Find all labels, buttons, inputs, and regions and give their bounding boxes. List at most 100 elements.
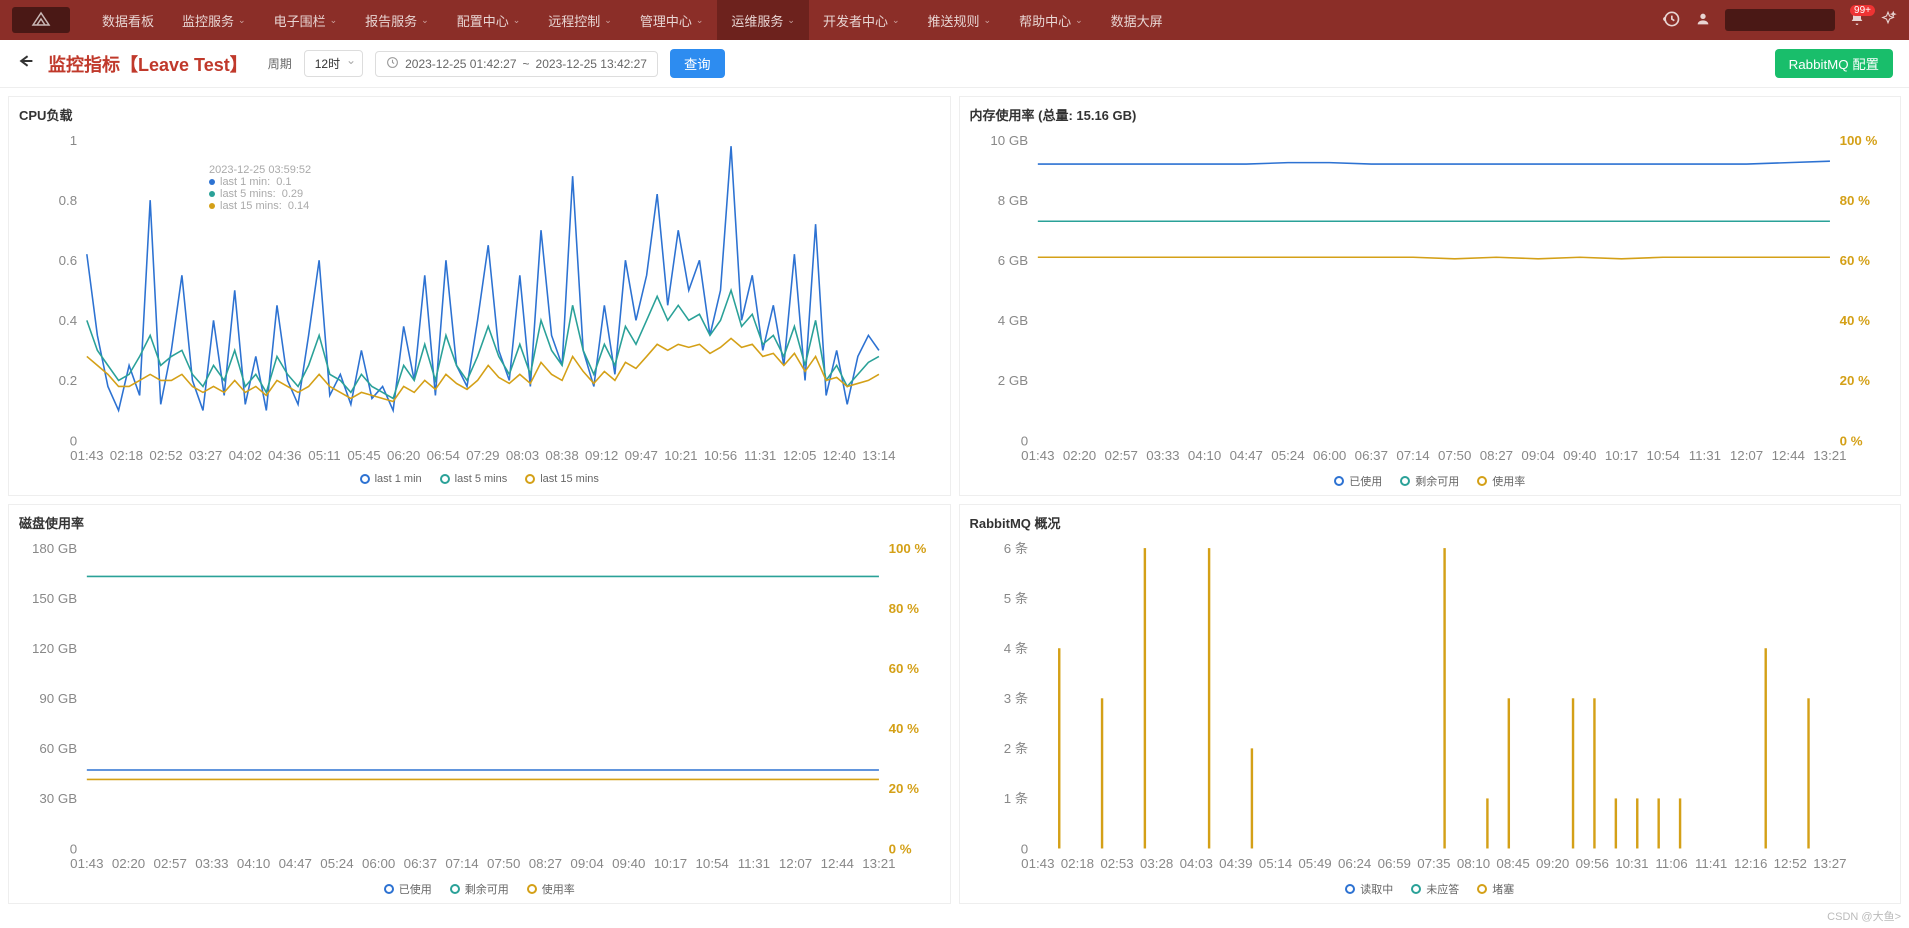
user-name[interactable]	[1725, 9, 1835, 31]
svg-text:120 GB: 120 GB	[32, 641, 77, 656]
svg-text:02:20: 02:20	[112, 856, 145, 871]
svg-text:06:24: 06:24	[1338, 856, 1372, 871]
legend-item[interactable]: 剩余可用	[1400, 473, 1459, 489]
legend-item[interactable]: last 5 mins	[440, 473, 508, 485]
nav-item-7[interactable]: 运维服务⌄	[717, 0, 809, 40]
svg-text:02:57: 02:57	[154, 856, 187, 871]
svg-text:6 条: 6 条	[1003, 540, 1027, 556]
nav-item-3[interactable]: 报告服务⌄	[351, 0, 443, 40]
svg-text:0 %: 0 %	[889, 841, 912, 856]
svg-text:06:00: 06:00	[362, 856, 395, 871]
svg-text:40 %: 40 %	[889, 721, 920, 736]
svg-text:09:04: 09:04	[1521, 448, 1555, 463]
svg-text:02:18: 02:18	[1060, 856, 1093, 871]
legend-item[interactable]: 剩余可用	[450, 881, 509, 897]
period-label: 周期	[268, 55, 292, 72]
svg-text:06:54: 06:54	[427, 448, 461, 463]
period-select[interactable]: 12时	[304, 50, 363, 77]
svg-text:10:21: 10:21	[664, 448, 697, 463]
svg-text:10:54: 10:54	[1646, 448, 1680, 463]
query-button[interactable]: 查询	[670, 49, 725, 78]
svg-text:60 %: 60 %	[889, 661, 920, 676]
sparkle-icon[interactable]	[1879, 10, 1897, 31]
chevron-down-icon: ⌄	[984, 15, 992, 26]
nav-item-0[interactable]: 数据看板	[88, 0, 168, 40]
svg-text:100 %: 100 %	[1839, 133, 1877, 148]
chevron-down-icon: ⌄	[787, 15, 795, 26]
legend-item[interactable]: 读取中	[1345, 881, 1393, 897]
svg-text:2 条: 2 条	[1003, 740, 1027, 756]
svg-text:1 条: 1 条	[1003, 790, 1027, 806]
rabbitmq-config-button[interactable]: RabbitMQ 配置	[1775, 49, 1893, 78]
svg-text:04:03: 04:03	[1179, 856, 1212, 871]
svg-text:04:02: 04:02	[229, 448, 262, 463]
legend-item[interactable]: 使用率	[527, 881, 575, 897]
nav-item-11[interactable]: 数据大屏	[1097, 0, 1177, 40]
svg-text:11:31: 11:31	[744, 448, 776, 463]
svg-text:90 GB: 90 GB	[39, 691, 77, 706]
svg-text:12:44: 12:44	[1771, 448, 1805, 463]
chart-legend: 读取中 未应答 堵塞	[970, 875, 1891, 899]
svg-text:0.4: 0.4	[59, 313, 78, 328]
svg-text:10:17: 10:17	[654, 856, 687, 871]
svg-text:09:40: 09:40	[1563, 448, 1596, 463]
svg-text:5 条: 5 条	[1003, 590, 1027, 606]
svg-text:08:45: 08:45	[1496, 856, 1529, 871]
svg-text:07:14: 07:14	[1396, 448, 1430, 463]
legend-item[interactable]: 已使用	[1334, 473, 1382, 489]
svg-text:07:29: 07:29	[466, 448, 499, 463]
svg-text:01:43: 01:43	[70, 448, 103, 463]
date-range-picker[interactable]: 2023-12-25 01:42:27 ~ 2023-12-25 13:42:2…	[375, 51, 658, 77]
nav-item-6[interactable]: 管理中心⌄	[626, 0, 718, 40]
history-icon[interactable]	[1661, 9, 1681, 32]
chevron-down-icon: ⌄	[421, 15, 429, 26]
chart-legend: last 1 min last 5 mins last 15 mins	[19, 467, 940, 487]
back-button[interactable]	[16, 53, 36, 74]
svg-text:02:20: 02:20	[1062, 448, 1095, 463]
chevron-down-icon: ⌄	[1075, 15, 1083, 26]
user-icon[interactable]	[1695, 11, 1711, 30]
svg-text:180 GB: 180 GB	[32, 541, 77, 556]
svg-text:02:53: 02:53	[1100, 856, 1133, 871]
bell-icon[interactable]: 99+	[1849, 11, 1865, 30]
svg-text:04:10: 04:10	[1187, 448, 1220, 463]
svg-text:08:27: 08:27	[529, 856, 562, 871]
nav-item-4[interactable]: 配置中心⌄	[443, 0, 535, 40]
svg-text:80 %: 80 %	[1839, 193, 1870, 208]
svg-text:06:59: 06:59	[1377, 856, 1410, 871]
svg-text:07:50: 07:50	[1438, 448, 1471, 463]
legend-item[interactable]: last 1 min	[360, 473, 422, 485]
nav-item-10[interactable]: 帮助中心⌄	[1005, 0, 1097, 40]
svg-text:09:12: 09:12	[585, 448, 618, 463]
chevron-down-icon: ⌄	[238, 15, 246, 26]
svg-text:03:33: 03:33	[195, 856, 228, 871]
legend-item[interactable]: last 15 mins	[525, 473, 599, 485]
clock-icon	[386, 56, 399, 72]
svg-text:0: 0	[70, 433, 77, 448]
svg-text:03:27: 03:27	[189, 448, 222, 463]
svg-text:13:14: 13:14	[862, 448, 896, 463]
nav-item-2[interactable]: 电子围栏⌄	[260, 0, 352, 40]
legend-item[interactable]: 未应答	[1411, 881, 1459, 897]
nav-item-5[interactable]: 远程控制⌄	[534, 0, 626, 40]
svg-text:12:52: 12:52	[1773, 856, 1806, 871]
legend-item[interactable]: 堵塞	[1477, 881, 1514, 897]
svg-text:11:31: 11:31	[738, 856, 770, 871]
legend-item[interactable]: 使用率	[1477, 473, 1525, 489]
page-title: 监控指标【Leave Test】	[48, 51, 248, 77]
svg-text:02:52: 02:52	[149, 448, 182, 463]
chevron-down-icon: ⌄	[513, 15, 521, 26]
svg-text:01:43: 01:43	[1021, 448, 1054, 463]
svg-text:07:50: 07:50	[487, 856, 520, 871]
nav-item-1[interactable]: 监控服务⌄	[168, 0, 260, 40]
chart-rabbit: RabbitMQ 概况01 条2 条3 条4 条5 条6 条01:4302:18…	[959, 504, 1902, 904]
nav-item-9[interactable]: 推送规则⌄	[914, 0, 1006, 40]
svg-text:05:49: 05:49	[1298, 856, 1331, 871]
svg-text:09:40: 09:40	[612, 856, 645, 871]
svg-text:07:14: 07:14	[445, 856, 479, 871]
legend-item[interactable]: 已使用	[384, 881, 432, 897]
nav-item-8[interactable]: 开发者中心⌄	[809, 0, 914, 40]
svg-text:12:16: 12:16	[1734, 856, 1767, 871]
svg-text:09:04: 09:04	[570, 856, 604, 871]
chart-legend: 已使用 剩余可用 使用率	[970, 467, 1891, 491]
